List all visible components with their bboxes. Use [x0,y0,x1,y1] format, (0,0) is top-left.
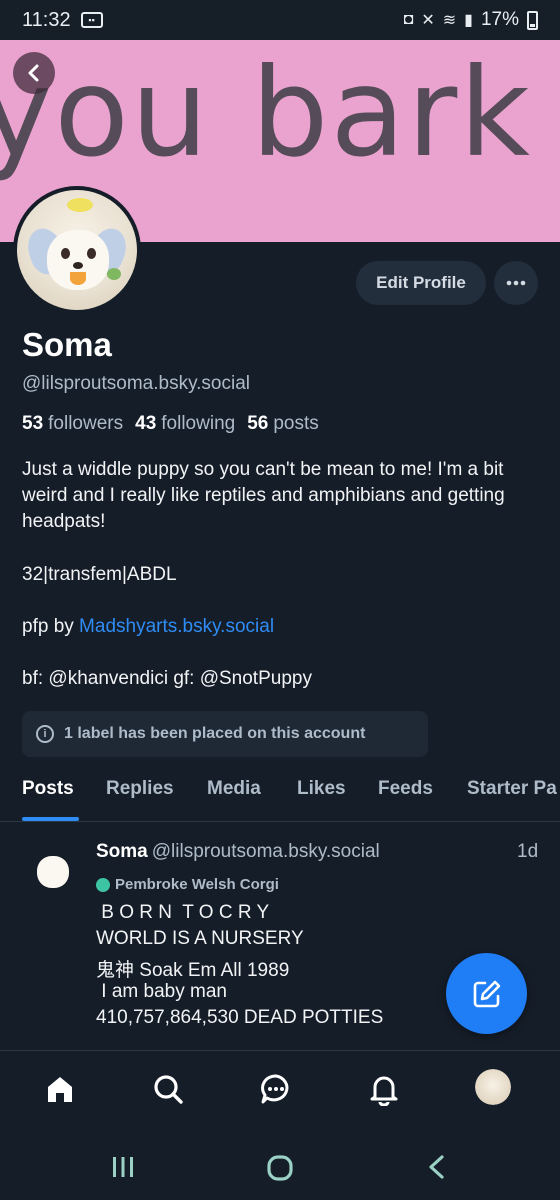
status-bar: 11:32 ▪▪ ◘ ✕ ≋ ▮ 17% [0,0,560,40]
battery-percent: 17% [480,9,519,30]
tab-media[interactable]: Media [207,778,261,800]
bio-partners: bf: @khanvendici gf: @SnotPuppy [22,668,312,689]
nav-profile-avatar[interactable] [475,1069,511,1105]
tab-replies[interactable]: Replies [106,778,174,800]
bottom-nav [0,1050,560,1136]
badge-icon [96,877,110,892]
back-chevron-icon[interactable] [424,1154,450,1185]
status-time: 11:32 [22,8,71,31]
post-badge-text: Pembroke Welsh Corgi [115,876,279,893]
profile-handle: @lilsproutsoma.bsky.social [22,373,251,394]
mute-icon: ✕ [421,12,435,29]
lock-icon: ◘ [403,11,414,28]
edit-profile-button[interactable]: Edit Profile [356,261,486,305]
following-link[interactable]: 43 following [135,413,235,435]
profile-stats: 53 followers 43 following 56 posts [22,413,319,435]
bell-icon[interactable] [364,1069,404,1109]
posts-count: 56 posts [247,413,319,434]
bio-pfp-credit: pfp by Madshyarts.bsky.social [22,616,275,637]
status-icons: ◘ ✕ ≋ ▮ 17% [404,9,538,31]
post-text-line: B O R N T O C R Y [96,902,270,923]
avatar-image [475,1069,511,1105]
bio-tags: 32|transfem|ABDL [22,564,177,585]
system-nav-bar [0,1136,560,1200]
info-icon: i [36,725,54,743]
post-badge: Pembroke Welsh Corgi [96,876,279,893]
display-name: Soma [22,326,112,363]
compose-icon [473,980,500,1007]
label-notice-button[interactable]: i 1 label has been placed on this accoun… [22,711,428,757]
post-header[interactable]: Soma @lilsproutsoma.bsky.social [96,841,380,863]
bio-text: Just a widdle puppy so you can't be mean… [22,459,505,532]
more-options-button[interactable] [494,261,538,305]
profile-avatar[interactable] [13,186,141,314]
home-circle-icon[interactable] [266,1154,294,1187]
notification-icon: ▪▪ [80,12,103,28]
pfp-credit-link[interactable]: Madshyarts.bsky.social [79,616,274,637]
battery-icon [527,10,538,30]
home-icon[interactable] [40,1069,80,1109]
post-author-avatar[interactable] [24,838,82,896]
banner-text: you bark [0,42,532,184]
chevron-left-icon [28,64,39,82]
active-tab-indicator [22,817,79,821]
tab-likes[interactable]: Likes [297,778,346,800]
tab-starter-packs[interactable]: Starter Pa [467,778,557,800]
ellipsis-icon [506,280,526,286]
post-text-line: WORLD IS A NURSERY [96,928,304,949]
label-notice-text: 1 label has been placed on this account [64,725,366,742]
post-timestamp: 1d [517,841,539,862]
search-icon[interactable] [148,1069,188,1109]
post-text-line: 410,757,864,530 DEAD POTTIES [96,1007,384,1028]
recents-icon[interactable] [110,1154,136,1185]
wifi-icon: ≋ [442,12,457,29]
post-author-name: Soma [96,841,148,862]
chat-icon[interactable] [256,1069,296,1109]
avatar-image [17,190,137,310]
post-text-line: 鬼神 Soak Em All 1989 [96,960,290,981]
post-text-line: I am baby man [96,981,227,1002]
compose-post-button[interactable] [446,953,527,1034]
tab-posts[interactable]: Posts [22,778,74,800]
followers-link[interactable]: 53 followers [22,413,123,435]
back-button[interactable] [13,52,55,94]
signal-icon: ▮ [464,12,473,29]
post-author-handle: @lilsproutsoma.bsky.social [151,841,380,862]
profile-tabs: Posts Replies Media Likes Feeds Starter … [0,772,560,822]
tab-feeds[interactable]: Feeds [378,778,433,800]
